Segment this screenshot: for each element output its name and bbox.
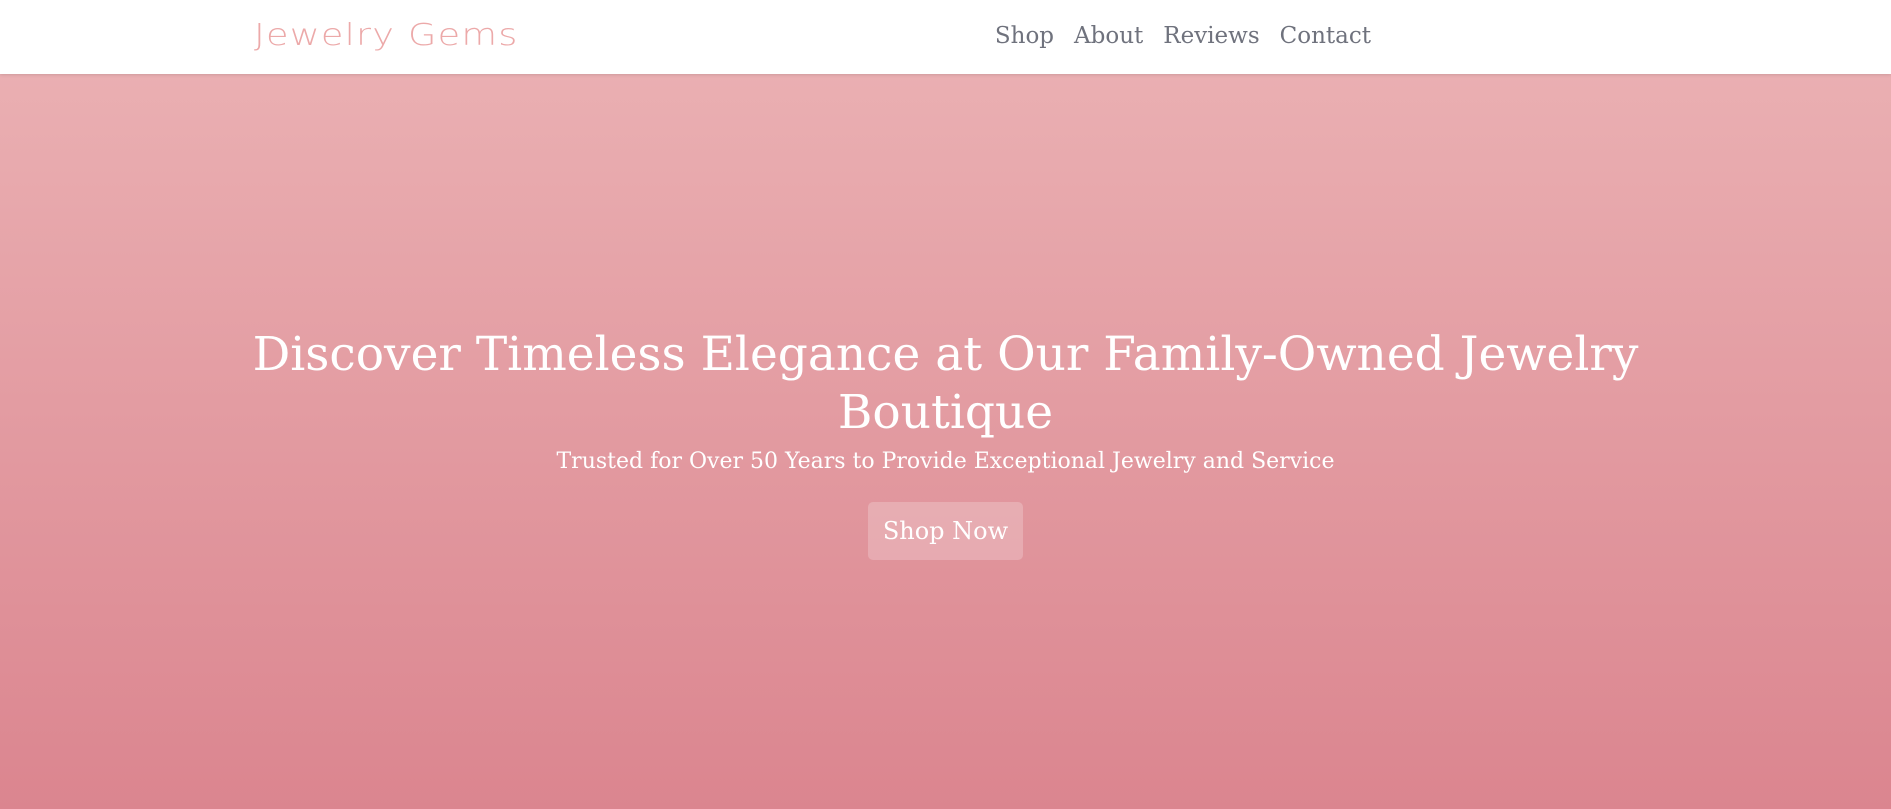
logo[interactable]: Jewelry Gems <box>254 16 519 56</box>
top-navigation-bar: Jewelry Gems Shop About Reviews Contact <box>0 0 1891 74</box>
hero-subtitle: Trusted for Over 50 Years to Provide Exc… <box>556 449 1335 474</box>
hero-title: Discover Timeless Elegance at Our Family… <box>252 327 1639 440</box>
page: Jewelry Gems Shop About Reviews Contact … <box>0 0 1891 809</box>
nav-link-reviews[interactable]: Reviews <box>1163 18 1259 54</box>
main-nav: Shop About Reviews Contact <box>995 18 1371 54</box>
nav-link-shop[interactable]: Shop <box>995 18 1054 54</box>
nav-link-about[interactable]: About <box>1074 18 1143 54</box>
nav-link-contact[interactable]: Contact <box>1280 18 1371 54</box>
hero-section: Discover Timeless Elegance at Our Family… <box>0 74 1891 809</box>
shop-now-button[interactable]: Shop Now <box>868 502 1023 560</box>
